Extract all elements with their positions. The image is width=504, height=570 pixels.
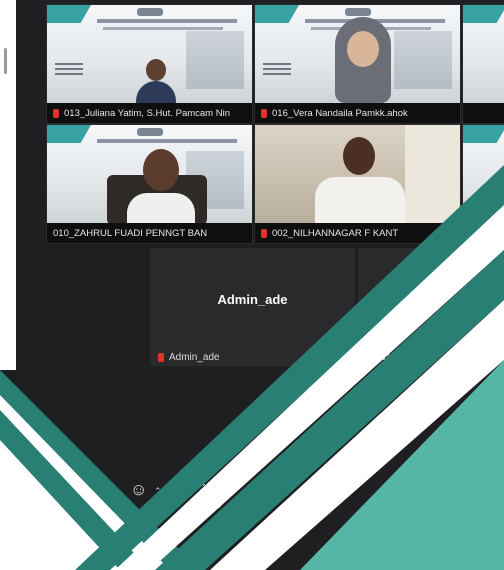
participant-name: Admin_ade [169, 351, 220, 363]
participant-name: 013_Juliana Yatim, S.Hut. Pamcam Nin [64, 107, 230, 119]
slide-subheading [103, 27, 223, 30]
camera-feed [325, 13, 401, 103]
chevron-up-icon[interactable]: ⌃ [232, 486, 240, 497]
apps-icon: ⬚ [201, 480, 218, 499]
camera-feed [105, 143, 215, 225]
muted-mic-icon [469, 228, 475, 238]
participant-tile[interactable] [462, 124, 504, 244]
participant-name-bar: Admin_ade [150, 348, 220, 366]
camera-feed [255, 125, 460, 223]
participant-name-bar: 013_Juliana Yatim, S.Hut. Pamcam Nin [47, 103, 252, 123]
muted-mic-icon [261, 108, 267, 118]
participant-display-name: Waidi [382, 292, 417, 307]
shared-slide [47, 5, 252, 105]
participant-tile-no-video[interactable]: Admin_ade Admin_ade [150, 248, 355, 366]
muted-mic-icon [366, 352, 372, 362]
scroll-handle[interactable] [4, 48, 7, 74]
slide-decor [463, 5, 504, 23]
participant-name-bar: Waidi [358, 348, 402, 366]
building-image [186, 31, 244, 89]
shared-slide [47, 125, 252, 225]
slide-decor [47, 5, 91, 23]
participant-display-name: Admin_ade [217, 292, 288, 307]
muted-mic-icon [261, 228, 267, 238]
reactions-button[interactable]: ☺ [130, 480, 147, 500]
slide-decor [255, 5, 299, 23]
slide-info [263, 63, 291, 65]
slide-heading [97, 19, 237, 23]
muted-mic-icon [53, 108, 59, 118]
participant-tile[interactable]: 016_Vera Nandaila Pamkk.ahok [254, 4, 461, 124]
participant-name-bar: 016_Vera Nandaila Pamkk.ahok [255, 103, 460, 123]
chevron-up-icon[interactable]: ⌃ [154, 486, 162, 497]
participant-tile-no-video[interactable]: Waidi Waidi [358, 248, 504, 366]
shared-slide [463, 5, 504, 103]
institution-logo [137, 8, 163, 16]
participant-name-bar [463, 103, 504, 123]
apps-button[interactable]: ⬚ Apps [198, 480, 221, 511]
meeting-toolbar: ☺ ⌃ ⬚ Apps ⌃ [100, 470, 280, 530]
participant-tile[interactable]: 013_Juliana Yatim, S.Hut. Pamcam Nin [46, 4, 253, 124]
participant-name-bar: 002_NILHANNAGAR F KANT [255, 223, 460, 243]
camera-feed [132, 55, 182, 105]
apps-label: Apps [198, 500, 221, 511]
building-image [394, 31, 452, 89]
shared-slide [255, 5, 460, 103]
slide-info [55, 63, 83, 65]
participant-name: 002_NILHANNAGAR F KANT [272, 227, 399, 239]
institution-logo [137, 128, 163, 136]
shared-slide [463, 125, 504, 223]
presentation-strip [0, 0, 16, 370]
participant-name: 010_ZAHRUL FUADI PENNGT BAN [53, 227, 208, 239]
slide-decor [463, 125, 504, 143]
reactions-icon: ☺ [130, 480, 148, 499]
participant-name-bar [463, 223, 504, 243]
participant-tile[interactable]: 010_ZAHRUL FUADI PENNGT BAN [46, 124, 253, 244]
participant-name-bar: 010_ZAHRUL FUADI PENNGT BAN [47, 223, 252, 243]
participant-tile[interactable]: 002_NILHANNAGAR F KANT [254, 124, 461, 244]
muted-mic-icon [158, 352, 164, 362]
participant-tile[interactable] [462, 4, 504, 124]
participant-name: Waidi [377, 351, 402, 363]
slide-decor [47, 125, 91, 143]
participant-name: 016_Vera Nandaila Pamkk.ahok [272, 107, 408, 119]
